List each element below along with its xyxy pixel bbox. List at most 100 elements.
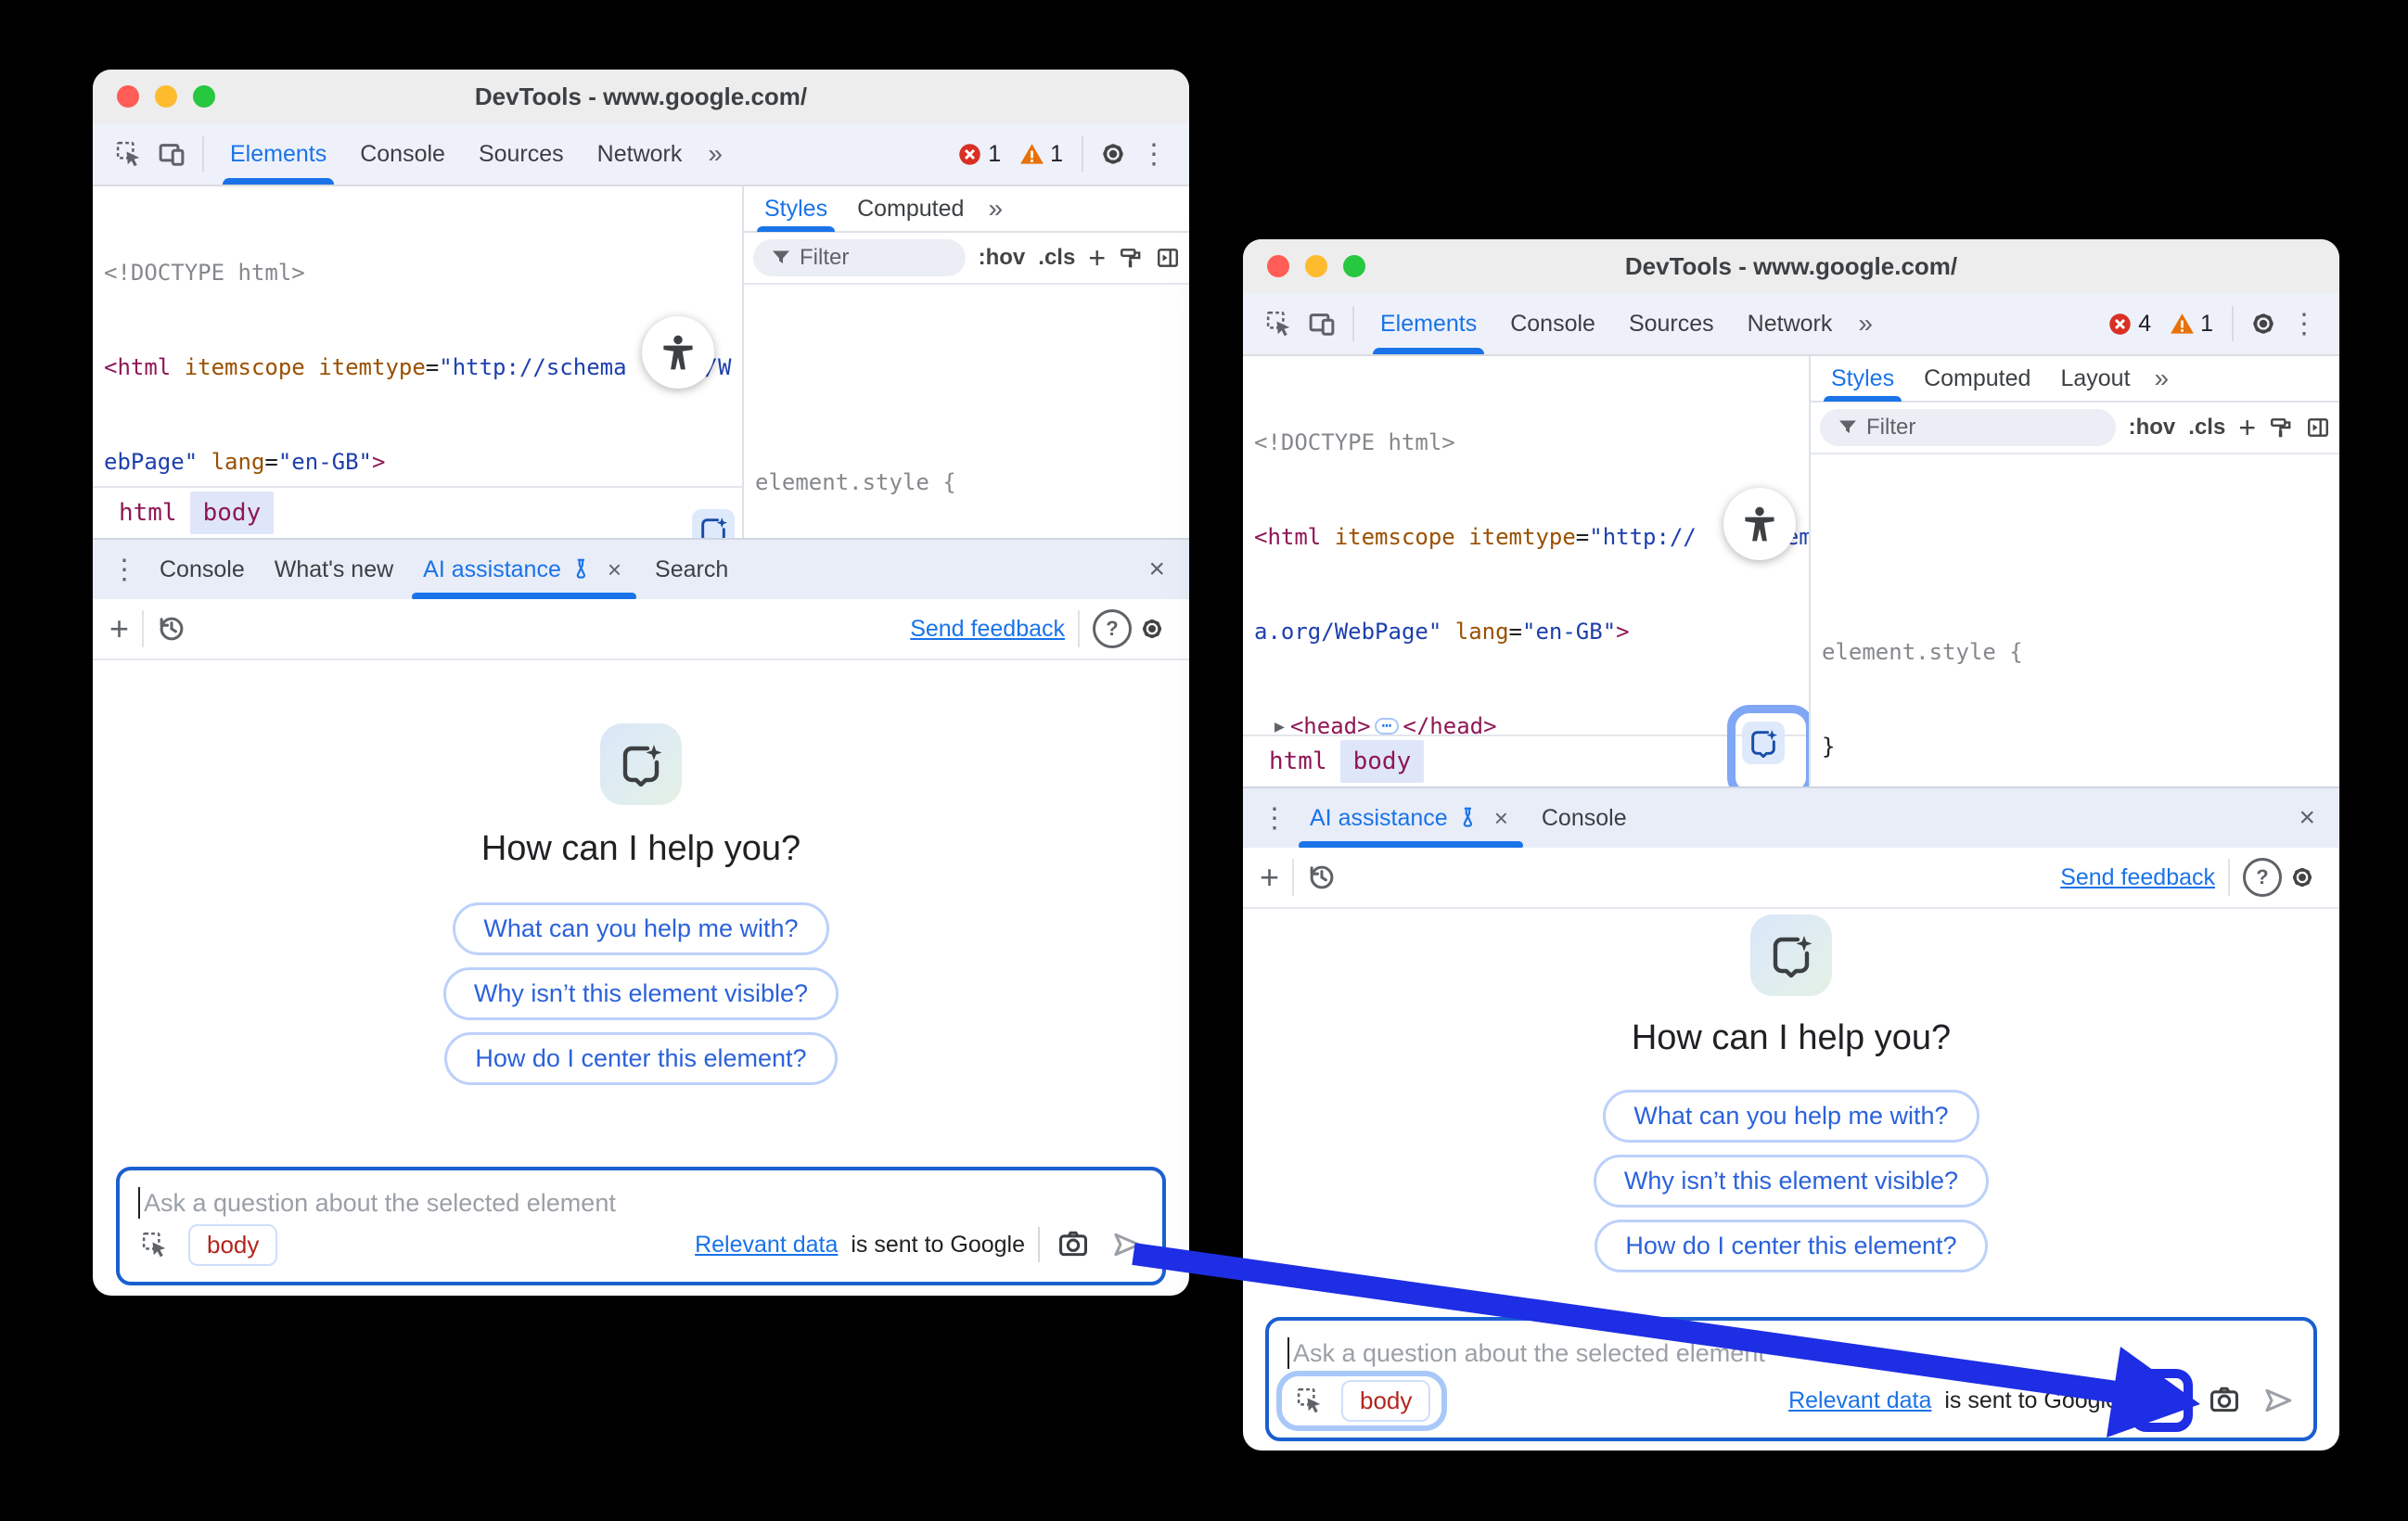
context-element-chip[interactable]: body [1341,1380,1430,1422]
drawer-tab-ai-assistance[interactable]: AI assistance× [408,540,640,599]
send-feedback-link[interactable]: Send feedback [2060,864,2215,891]
device-toolbar-icon[interactable] [150,133,193,175]
minimize-window-button[interactable] [1305,255,1327,277]
suggestion-chip-2[interactable]: Why isn’t this element visible? [443,967,839,1020]
close-tab-icon[interactable]: × [1491,804,1512,833]
breadcrumb-item-html[interactable]: html [106,492,190,534]
warning-badge[interactable]: 1 [2170,311,2213,338]
toggle-cls-button[interactable]: .cls [1038,245,1075,271]
breadcrumb-item-body[interactable]: body [1340,740,1425,783]
screenshot-camera-icon[interactable] [2204,1380,2245,1421]
breadcrumb-item-html[interactable]: html [1256,740,1340,783]
drawer-tab-whats-new[interactable]: What's new [260,540,408,599]
dock-panel-icon[interactable] [1156,246,1180,270]
expand-arrow-icon[interactable]: ▶ [1274,717,1290,736]
drawer-tab-console[interactable]: Console [145,540,260,599]
ai-prompt-input[interactable]: Ask a question about the selected elemen… [1265,1317,2317,1441]
drawer-more-menu-icon[interactable]: ⋮ [1254,798,1295,838]
css-rule-element-style[interactable]: element.style { [744,467,1189,498]
more-tabs-icon[interactable]: » [979,194,1012,224]
add-image-icon[interactable] [2141,1380,2182,1421]
ask-ai-button[interactable] [1742,722,1785,764]
inspect-icon[interactable] [1258,302,1300,345]
help-icon[interactable]: ? [2243,858,2282,897]
close-window-button[interactable] [117,85,139,108]
tab-styles[interactable]: Styles [1816,356,1909,402]
prompt-placeholder[interactable]: Ask a question about the selected elemen… [1287,1337,1765,1369]
suggestion-chip-3[interactable]: How do I center this element? [444,1032,837,1085]
error-badge[interactable]: 1 [957,141,1001,168]
send-prompt-icon[interactable] [2258,1380,2299,1421]
more-menu-icon[interactable]: ⋮ [1134,134,1174,174]
tab-sources[interactable]: Sources [1612,293,1731,354]
drawer-tab-console[interactable]: Console [1527,788,1642,848]
minimize-window-button[interactable] [155,85,177,108]
inspect-icon[interactable] [108,133,150,175]
relevant-data-link[interactable]: Relevant data [1788,1387,1931,1414]
tab-computed[interactable]: Computed [842,186,979,232]
close-drawer-icon[interactable]: × [2295,802,2328,834]
close-window-button[interactable] [1267,255,1289,277]
drawer-tab-ai-assistance[interactable]: AI assistance× [1295,788,1527,848]
prompt-placeholder[interactable]: Ask a question about the selected elemen… [138,1187,616,1219]
ai-settings-gear-icon[interactable] [2282,857,2323,898]
zoom-window-button[interactable] [1343,255,1365,277]
more-tabs-icon[interactable]: » [1849,309,1882,339]
tab-layout[interactable]: Layout [2045,356,2145,402]
more-tabs-icon[interactable]: » [698,139,732,169]
paint-roller-icon[interactable] [1119,246,1143,270]
zoom-window-button[interactable] [193,85,215,108]
dom-line-doctype[interactable]: <!DOCTYPE html> [1243,427,1809,458]
drawer-tab-search[interactable]: Search [640,540,743,599]
more-menu-icon[interactable]: ⋮ [2284,303,2325,344]
drawer-more-menu-icon[interactable]: ⋮ [104,549,145,590]
more-tabs-icon[interactable]: » [2145,364,2179,393]
tab-sources[interactable]: Sources [462,123,581,185]
inspect-context-icon[interactable] [134,1224,175,1265]
error-badge[interactable]: 4 [2107,311,2151,338]
tab-network[interactable]: Network [581,123,699,185]
settings-gear-icon[interactable] [2243,303,2284,344]
tab-styles[interactable]: Styles [749,186,842,232]
suggestion-chip-1[interactable]: What can you help me with? [453,902,828,955]
screenshot-camera-icon[interactable] [1053,1224,1094,1265]
dom-line-html-open2[interactable]: a.org/WebPage" lang="en-GB"> [1243,616,1809,647]
dom-line-html-open2[interactable]: ebPage" lang="en-GB"> [93,446,742,478]
ai-settings-gear-icon[interactable] [1132,608,1172,649]
close-drawer-icon[interactable]: × [1145,554,1178,585]
toggle-hov-button[interactable]: :hov [2129,415,2176,441]
settings-gear-icon[interactable] [1093,134,1134,174]
dom-line-doctype[interactable]: <!DOCTYPE html> [93,257,742,288]
new-style-rule-button[interactable]: + [1088,241,1106,275]
new-style-rule-button[interactable]: + [2238,411,2256,445]
filter-input[interactable]: Filter [1820,409,2116,446]
relevant-data-link[interactable]: Relevant data [695,1232,838,1259]
suggestion-chip-2[interactable]: Why isn’t this element visible? [1594,1155,1989,1208]
history-icon[interactable] [157,614,186,644]
ask-ai-button[interactable] [692,509,735,538]
inspect-context-icon[interactable] [1289,1380,1330,1421]
device-toolbar-icon[interactable] [1300,302,1343,345]
paint-roller-icon[interactable] [2269,415,2293,440]
tab-console[interactable]: Console [1493,293,1612,354]
filter-input[interactable]: Filter [753,239,966,276]
ai-prompt-input[interactable]: Ask a question about the selected elemen… [116,1167,1166,1285]
toggle-hov-button[interactable]: :hov [979,245,1026,271]
send-prompt-icon[interactable] [1107,1224,1147,1265]
tab-console[interactable]: Console [343,123,462,185]
new-chat-button[interactable]: + [109,609,129,648]
help-icon[interactable]: ? [1093,609,1132,648]
ellipsis-pill[interactable]: ⋯ [1375,718,1400,735]
tab-elements[interactable]: Elements [1364,293,1493,354]
context-element-chip[interactable]: body [188,1224,277,1266]
close-tab-icon[interactable]: × [604,556,625,584]
tab-network[interactable]: Network [1731,293,1850,354]
history-icon[interactable] [1307,863,1337,892]
new-chat-button[interactable]: + [1260,858,1279,897]
send-feedback-link[interactable]: Send feedback [910,616,1065,643]
suggestion-chip-3[interactable]: How do I center this element? [1595,1220,1987,1272]
tab-computed[interactable]: Computed [1909,356,2045,402]
warning-badge[interactable]: 1 [1019,141,1063,168]
tab-elements[interactable]: Elements [213,123,343,185]
toggle-cls-button[interactable]: .cls [2188,415,2225,441]
